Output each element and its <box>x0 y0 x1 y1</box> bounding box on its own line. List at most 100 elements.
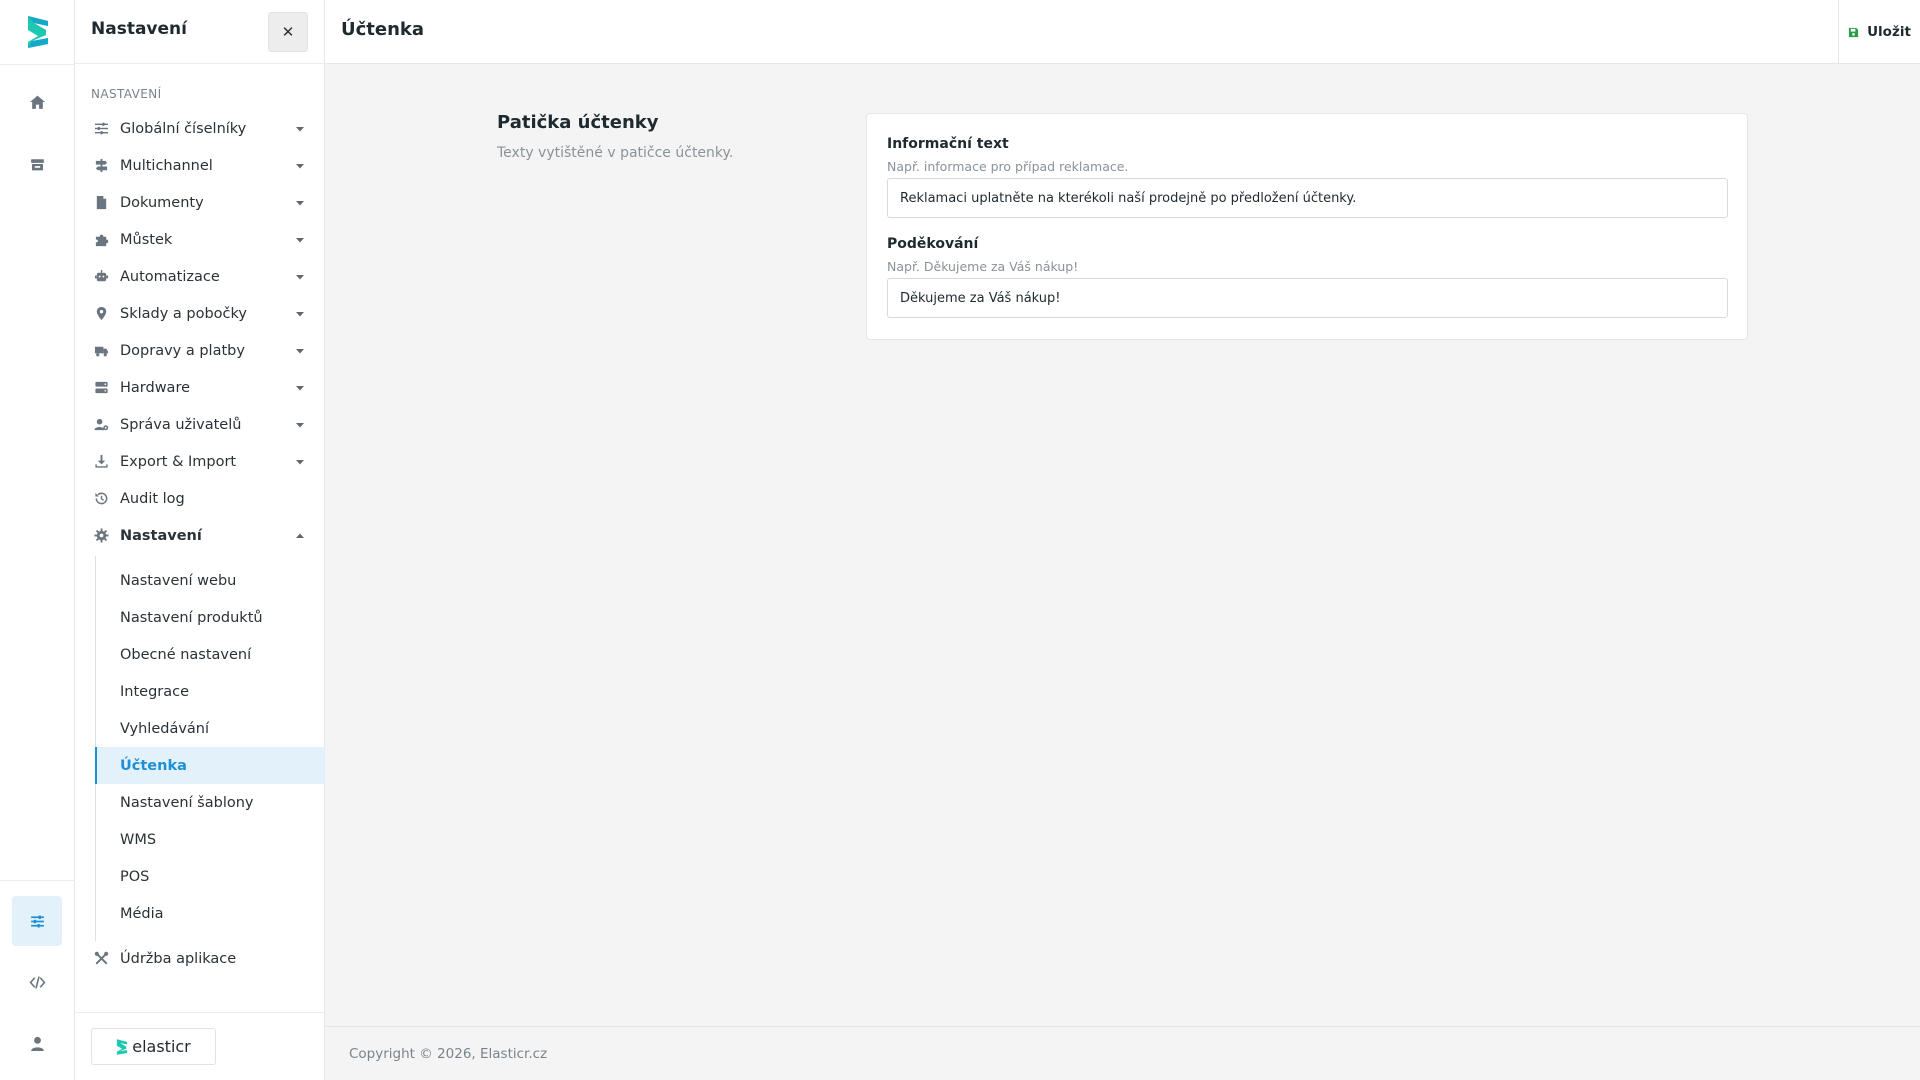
settings-sliders-icon[interactable] <box>12 896 62 946</box>
elasticr-brand-badge[interactable]: elasticr <box>91 1028 216 1065</box>
sidebar-item-documents[interactable]: Dokumenty <box>75 184 325 221</box>
section-title: Patička účtenky <box>497 112 659 133</box>
sidebar-title: Nastavení <box>91 19 187 39</box>
code-icon[interactable] <box>12 957 62 1007</box>
sidebar-item-label: Správa uživatelů <box>120 416 242 433</box>
history-icon <box>93 491 109 507</box>
sidebar-item-label: Můstek <box>120 231 173 248</box>
sidebar-subitem-general-settings[interactable]: Obecné nastavení <box>95 636 325 673</box>
sidebar-subitem-search[interactable]: Vyhledávání <box>95 710 325 747</box>
sidebar-subitem-media[interactable]: Média <box>95 895 325 932</box>
sidebar-item-label: Hardware <box>120 379 191 396</box>
sidebar-item-label: Dokumenty <box>120 194 204 211</box>
sidebar-item-bridge[interactable]: Můstek <box>75 221 325 258</box>
section-description: Texty vytištěné v patičce účtenky. <box>497 145 734 161</box>
chevron-down-icon <box>296 348 304 353</box>
puzzle-icon <box>93 232 109 248</box>
save-label: Uložit <box>1867 24 1911 40</box>
sidebar-item-hardware[interactable]: Hardware <box>75 369 325 406</box>
sidebar-item-automation[interactable]: Automatizace <box>75 258 325 295</box>
thanks-hint: Např. Děkujeme za Váš nákup! <box>887 259 1079 274</box>
sidebar-item-label: Dopravy a platby <box>120 342 245 359</box>
sidebar-subitem-product-settings[interactable]: Nastavení produktů <box>95 599 325 636</box>
elasticr-logo-icon[interactable] <box>24 14 52 50</box>
info-text-hint: Např. informace pro případ reklamace. <box>887 159 1129 174</box>
page-footer: Copyright © 2026, Elasticr.cz <box>325 1026 1920 1080</box>
page-title: Účtenka <box>341 19 425 40</box>
sidebar-item-app-maintenance[interactable]: Údržba aplikace <box>75 940 325 977</box>
sidebar-subitem-integrations[interactable]: Integrace <box>95 673 325 710</box>
sidebar-item-export-import[interactable]: Export & Import <box>75 443 325 480</box>
sidebar-item-label: Automatizace <box>120 268 220 285</box>
gear-icon <box>93 528 109 544</box>
sidebar-subitem-label: Vyhledávání <box>120 720 210 737</box>
sliders-icon <box>93 121 109 137</box>
elasticr-logo-icon <box>117 1038 128 1055</box>
chevron-down-icon <box>296 311 304 316</box>
sidebar-subitem-label: Nastavení šablony <box>120 794 254 811</box>
user-icon[interactable] <box>12 1018 62 1068</box>
rail-divider <box>0 64 75 65</box>
sidebar-item-label: Sklady a pobočky <box>120 305 247 322</box>
sidebar-item-label: Nastavení <box>120 527 202 544</box>
sidebar-subitem-label: POS <box>120 868 150 885</box>
truck-icon <box>93 343 109 359</box>
brand-name: elasticr <box>132 1037 191 1056</box>
sidebar-subitem-label: Účtenka <box>120 757 187 774</box>
download-icon <box>93 454 109 470</box>
server-icon <box>93 380 109 396</box>
sidebar-item-label: Údržba aplikace <box>120 950 237 967</box>
sidebar-section-label: NASTAVENÍ <box>91 87 162 101</box>
sidebar-subitem-label: Média <box>120 905 164 922</box>
sidebar-subitem-label: Nastavení produktů <box>120 609 263 626</box>
tools-icon <box>93 951 109 967</box>
sidebar-item-shipping-payments[interactable]: Dopravy a platby <box>75 332 325 369</box>
floppy-disk-icon <box>1849 27 1859 37</box>
document-icon <box>93 195 109 211</box>
chevron-up-icon <box>296 533 304 538</box>
sidebar-footer-divider <box>75 1012 325 1013</box>
robot-icon <box>93 269 109 285</box>
settings-sidebar: Nastavení ✕ NASTAVENÍ Globální číselníky… <box>75 0 325 1080</box>
sidebar-item-warehouses[interactable]: Sklady a pobočky <box>75 295 325 332</box>
sidebar-item-label: Multichannel <box>120 157 213 174</box>
chevron-down-icon <box>296 422 304 427</box>
sidebar-header: Nastavení ✕ <box>75 0 325 64</box>
sidebar-subitem-receipt[interactable]: Účtenka <box>95 747 325 784</box>
sidebar-subitem-pos[interactable]: POS <box>95 858 325 895</box>
sidebar-item-global-codelists[interactable]: Globální číselníky <box>75 110 325 147</box>
home-icon[interactable] <box>12 77 62 127</box>
sidebar-item-label: Audit log <box>120 490 185 507</box>
sidebar-item-audit-log[interactable]: Audit log <box>75 480 325 517</box>
sidebar-item-user-management[interactable]: Správa uživatelů <box>75 406 325 443</box>
sidebar-item-label: Globální číselníky <box>120 120 247 137</box>
chevron-down-icon <box>296 459 304 464</box>
sidebar-subitem-label: WMS <box>120 831 157 848</box>
info-text-input[interactable] <box>887 178 1728 218</box>
sidebar-subitem-wms[interactable]: WMS <box>95 821 325 858</box>
sidebar-subitem-label: Nastavení webu <box>120 572 237 589</box>
thanks-label: Poděkování <box>887 236 979 252</box>
sidebar-subitem-web-settings[interactable]: Nastavení webu <box>95 562 325 599</box>
sidebar-subitem-label: Integrace <box>120 683 190 700</box>
sidebar-item-multichannel[interactable]: Multichannel <box>75 147 325 184</box>
save-button[interactable]: Uložit <box>1838 0 1920 64</box>
close-sidebar-button[interactable]: ✕ <box>268 12 308 52</box>
chevron-down-icon <box>296 274 304 279</box>
store-icon[interactable] <box>12 139 62 189</box>
sidebar-subitem-template-settings[interactable]: Nastavení šablony <box>95 784 325 821</box>
signpost-icon <box>93 158 109 174</box>
chevron-down-icon <box>296 163 304 168</box>
chevron-down-icon <box>296 200 304 205</box>
copyright-text: Copyright © 2026, Elasticr.cz <box>349 1046 548 1062</box>
thanks-input[interactable] <box>887 278 1728 318</box>
sidebar-subitem-label: Obecné nastavení <box>120 646 252 663</box>
users-cog-icon <box>93 417 109 433</box>
chevron-down-icon <box>296 126 304 131</box>
close-icon: ✕ <box>281 23 295 41</box>
chevron-down-icon <box>296 237 304 242</box>
info-text-label: Informační text <box>887 136 1009 152</box>
sidebar-item-settings[interactable]: Nastavení <box>75 517 325 554</box>
map-pin-icon <box>93 306 109 322</box>
chevron-down-icon <box>296 385 304 390</box>
